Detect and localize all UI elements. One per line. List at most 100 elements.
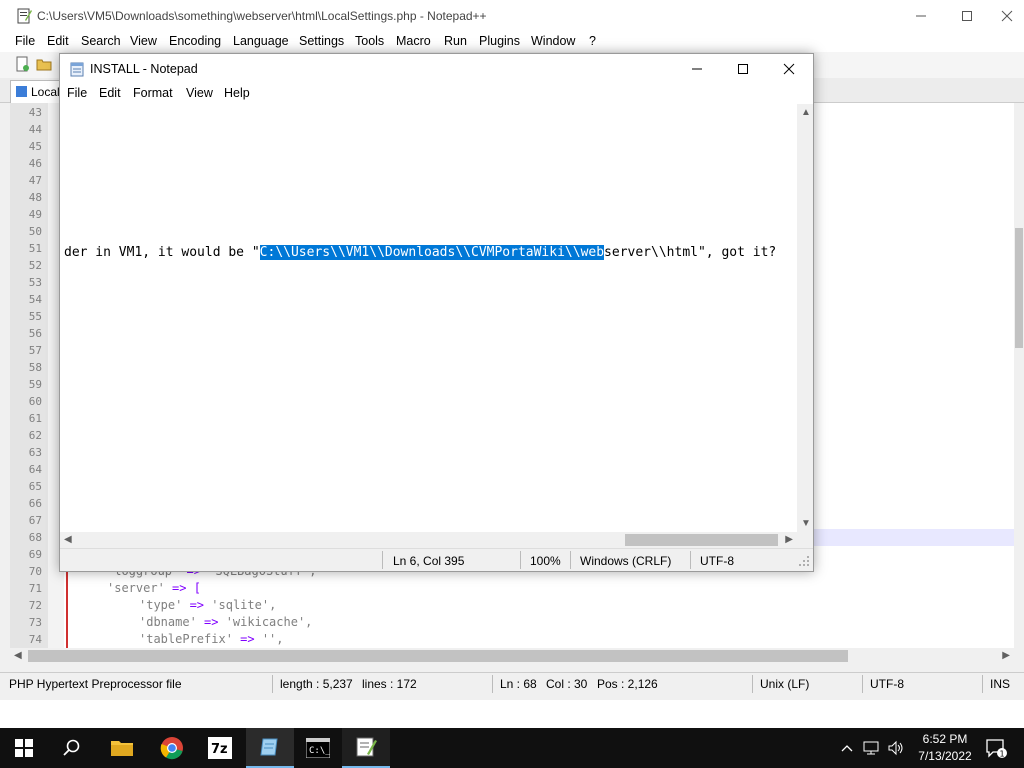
action-center-button[interactable]: 1 bbox=[976, 728, 1016, 768]
line-number: 65 bbox=[28, 480, 42, 493]
network-tray-button[interactable] bbox=[860, 728, 884, 768]
npp-menu-run[interactable]: Run bbox=[444, 34, 467, 48]
status-encoding: UTF-8 bbox=[870, 677, 904, 691]
npp-menu-settings[interactable]: Settings bbox=[299, 34, 344, 48]
start-button[interactable] bbox=[0, 728, 48, 768]
line-number-gutter: 43 44 45 46 47 48 49 50 51 52 53 54 55 56 57 58 59 60 61 62… bbox=[10, 103, 48, 648]
scroll-up-arrow-icon[interactable]: ▲ bbox=[801, 107, 811, 118]
chevron-up-icon bbox=[841, 745, 853, 752]
notepadpp-minimize-button[interactable] bbox=[898, 0, 944, 32]
scroll-corner bbox=[797, 532, 813, 548]
np-menu-help[interactable]: Help bbox=[224, 86, 250, 100]
speaker-icon bbox=[888, 740, 903, 756]
search-button[interactable] bbox=[48, 728, 96, 768]
npp-menu-plugins[interactable]: Plugins bbox=[479, 34, 520, 48]
notepad-close-button[interactable] bbox=[766, 54, 812, 84]
line-number: 46 bbox=[28, 157, 42, 170]
np-status-encoding: UTF-8 bbox=[700, 554, 734, 568]
notepad-titlebar[interactable]: INSTALL - Notepad bbox=[60, 54, 813, 84]
status-separator bbox=[520, 551, 521, 569]
folder-icon bbox=[111, 741, 133, 756]
line-number: 52 bbox=[28, 259, 42, 272]
line-number: 67 bbox=[28, 514, 42, 527]
notepadpp-close-button[interactable] bbox=[990, 0, 1024, 32]
tab-localsettings[interactable]: LocalS bbox=[10, 80, 68, 103]
notepad-horizontal-scroll-thumb[interactable] bbox=[625, 534, 778, 546]
new-file-icon[interactable] bbox=[14, 56, 30, 75]
npp-menu-encoding[interactable]: Encoding bbox=[169, 34, 221, 48]
line-number: 70 bbox=[28, 565, 42, 578]
notepad-statusbar: Ln 6, Col 395 100% Windows (CRLF) UTF-8 bbox=[60, 548, 813, 571]
code-line: 'server' => [ bbox=[107, 581, 201, 595]
terminal-icon: C:\_ bbox=[306, 738, 330, 758]
notepadpp-taskbar-button[interactable] bbox=[342, 728, 390, 768]
line-number: 53 bbox=[28, 276, 42, 289]
notepad-taskbar-button[interactable] bbox=[246, 728, 294, 768]
np-menu-view[interactable]: View bbox=[186, 86, 213, 100]
npp-menu-macro[interactable]: Macro bbox=[396, 34, 431, 48]
status-separator bbox=[982, 675, 983, 693]
line-number: 55 bbox=[28, 310, 42, 323]
notepad-icon bbox=[260, 738, 278, 756]
resize-grip-icon[interactable] bbox=[798, 555, 810, 570]
line-number: 44 bbox=[28, 123, 42, 136]
notepadpp-statusbar: PHP Hypertext Preprocessor file length :… bbox=[0, 672, 1024, 695]
notepad-text-area[interactable]: der in VM1, it would be "C:\\Users\\VM1\… bbox=[60, 104, 797, 532]
npp-menu-file[interactable]: File bbox=[15, 34, 35, 48]
status-insert-mode: INS bbox=[990, 677, 1011, 691]
notepadpp-menubar: File Edit Search View Encoding Language … bbox=[0, 32, 1024, 52]
scroll-left-arrow-icon[interactable]: ◀ bbox=[14, 650, 22, 661]
line-number: 54 bbox=[28, 293, 42, 306]
svg-text:7z: 7z bbox=[211, 742, 228, 757]
open-folder-icon[interactable] bbox=[36, 56, 52, 75]
notepadpp-maximize-button[interactable] bbox=[944, 0, 990, 32]
line-number: 56 bbox=[28, 327, 42, 340]
scroll-left-arrow-icon[interactable]: ◀ bbox=[64, 534, 72, 545]
volume-tray-button[interactable] bbox=[884, 728, 908, 768]
scroll-right-arrow-icon[interactable]: ▶ bbox=[785, 534, 793, 545]
file-explorer-button[interactable] bbox=[98, 728, 146, 768]
np-status-position: Ln 6, Col 395 bbox=[393, 554, 465, 568]
npp-menu-search[interactable]: Search bbox=[81, 34, 121, 48]
line-number: 43 bbox=[28, 106, 42, 119]
npp-menu-window[interactable]: Window bbox=[531, 34, 575, 48]
fold-indicator bbox=[66, 560, 68, 648]
line-number: 59 bbox=[28, 378, 42, 391]
notepad-vertical-scrollbar[interactable]: ▲ ▼ bbox=[797, 104, 813, 532]
line-number: 51 bbox=[28, 242, 42, 255]
code-line: 'type' => 'sqlite', bbox=[139, 598, 277, 612]
npp-menu-view[interactable]: View bbox=[130, 34, 157, 48]
npp-horizontal-scroll-thumb[interactable] bbox=[28, 650, 848, 662]
system-clock[interactable]: 6:52 PM 7/13/2022 bbox=[910, 731, 980, 765]
cmd-button[interactable]: C:\_ bbox=[294, 728, 342, 768]
np-menu-file[interactable]: File bbox=[67, 86, 87, 100]
show-hidden-icons-button[interactable] bbox=[836, 728, 858, 768]
np-status-zoom: 100% bbox=[530, 554, 561, 568]
npp-menu-edit[interactable]: Edit bbox=[47, 34, 69, 48]
notepad-menubar: File Edit Format View Help bbox=[60, 84, 813, 104]
svg-text:1: 1 bbox=[1000, 750, 1005, 759]
code-line: 'dbname' => 'wikicache', bbox=[139, 615, 313, 629]
notepadpp-title-text: C:\Users\VM5\Downloads\something\webserv… bbox=[37, 9, 487, 23]
npp-menu-tools[interactable]: Tools bbox=[355, 34, 384, 48]
npp-menu-help[interactable]: ? bbox=[589, 34, 596, 48]
scroll-down-arrow-icon[interactable]: ▼ bbox=[801, 518, 811, 529]
chrome-button[interactable] bbox=[148, 728, 196, 768]
notepadpp-titlebar[interactable]: C:\Users\VM5\Downloads\something\webserv… bbox=[0, 0, 1024, 32]
clock-date: 7/13/2022 bbox=[918, 749, 972, 763]
line-number: 63 bbox=[28, 446, 42, 459]
status-separator bbox=[690, 551, 691, 569]
npp-vertical-scroll-thumb[interactable] bbox=[1015, 228, 1023, 348]
np-menu-format[interactable]: Format bbox=[133, 86, 173, 100]
np-menu-edit[interactable]: Edit bbox=[99, 86, 121, 100]
status-length: length : 5,237 bbox=[280, 677, 353, 691]
scroll-right-arrow-icon[interactable]: ▶ bbox=[1002, 650, 1010, 661]
npp-vertical-scrollbar[interactable] bbox=[1014, 103, 1024, 648]
status-separator bbox=[752, 675, 753, 693]
notepad-maximize-button[interactable] bbox=[720, 54, 766, 84]
7zip-button[interactable]: 7z bbox=[196, 728, 244, 768]
line-number: 69 bbox=[28, 548, 42, 561]
notepadpp-icon bbox=[356, 737, 377, 757]
notepad-minimize-button[interactable] bbox=[674, 54, 720, 84]
npp-menu-language[interactable]: Language bbox=[233, 34, 289, 48]
